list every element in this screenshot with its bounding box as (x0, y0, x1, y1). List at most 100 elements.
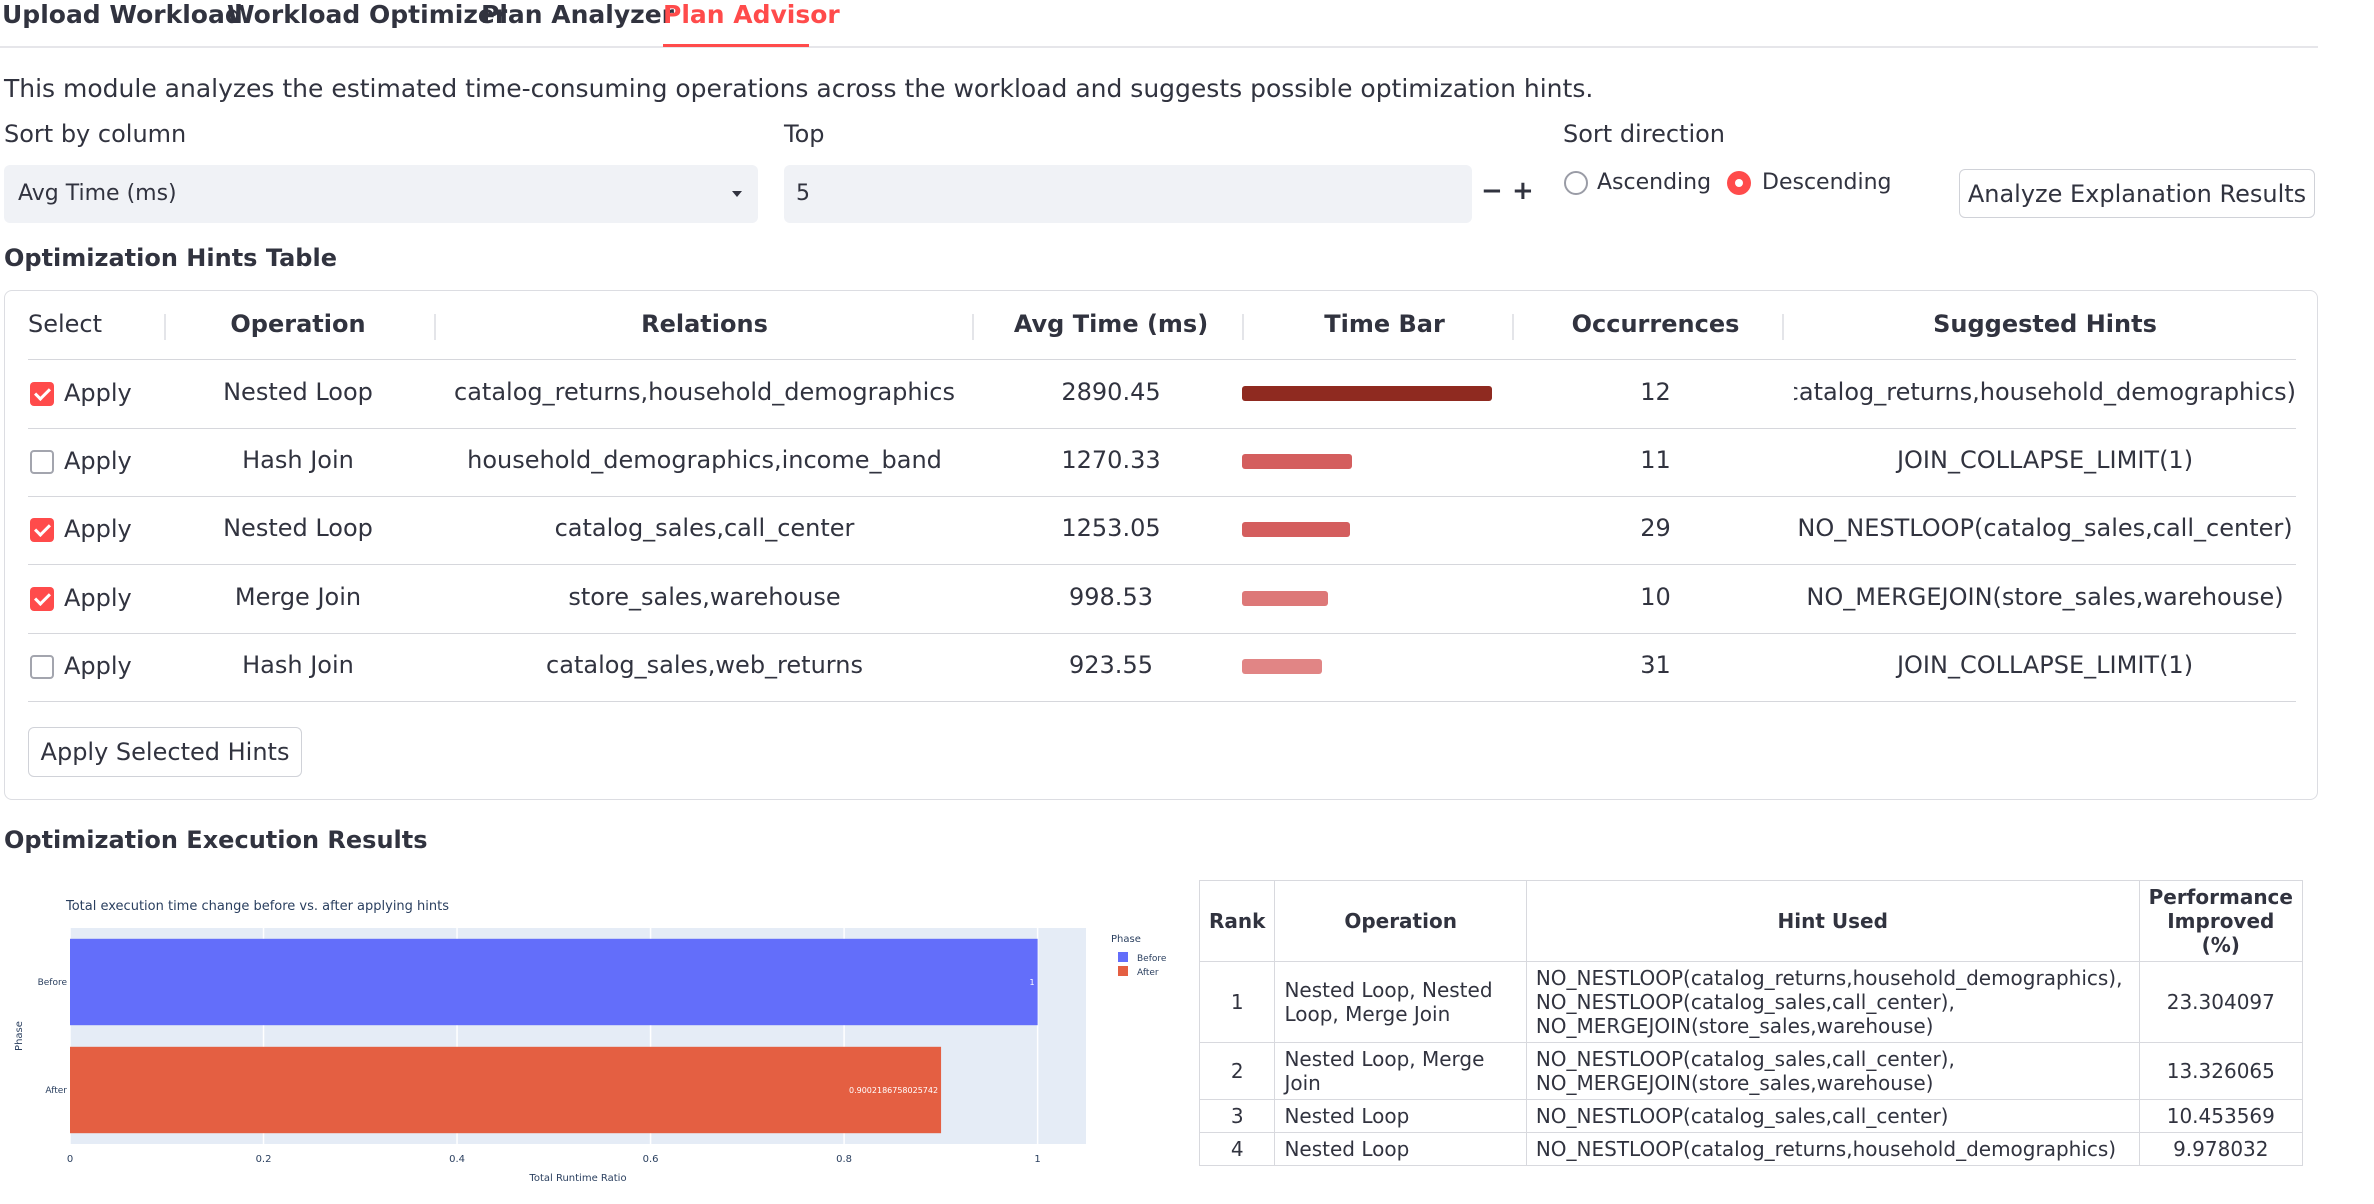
hint-line: NO_NESTLOOP(catalog_sales,call_center), (1535, 1047, 1955, 1071)
time-bar (1242, 454, 1352, 469)
apply-label: Apply (64, 584, 132, 612)
chevron-down-icon (732, 191, 742, 197)
results-header-operation: Operation (1274, 880, 1527, 962)
results-row: 3 Nested Loop NO_NESTLOOP(catalog_sales,ca… (1198, 1099, 2304, 1133)
column-divider (1512, 314, 1514, 340)
x-tick-label: 0.2 (256, 1154, 272, 1165)
operation-cell: Merge Join (234, 583, 362, 611)
top-value: 5 (796, 181, 810, 206)
relations-cell: catalog_returns,household_demographics (454, 378, 955, 406)
apply-checkbox[interactable] (30, 518, 54, 542)
y-tick-label: After (45, 1086, 67, 1096)
column-divider (972, 314, 974, 340)
radio-ascending[interactable] (1564, 171, 1588, 195)
operation-cell: Nested Loop, Nested Loop, Merge Join (1274, 961, 1527, 1043)
results-header-rank: Rank (1198, 880, 1276, 962)
avg-time-cell: 2890.45 (1061, 378, 1161, 406)
tab-upload-workload[interactable]: Upload Workload (2, 0, 243, 30)
hint-used-cell: NO_NESTLOOP(catalog_returns,household_de… (1525, 1132, 2140, 1166)
col-header-suggested-hints: Suggested Hints (1933, 310, 2157, 338)
operation-cell: Hash Join (242, 446, 354, 474)
col-header-operation: Operation (230, 310, 366, 338)
y-axis-title: Phase (14, 1021, 25, 1051)
tab-plan-advisor[interactable]: Plan Advisor (663, 0, 840, 30)
x-tick-label: 1 (1034, 1154, 1040, 1165)
time-bar (1242, 522, 1350, 537)
top-input[interactable]: 5 (784, 165, 1472, 223)
occurrences-cell: 10 (1640, 583, 1671, 611)
column-divider (164, 314, 166, 340)
hint-line: NO_NESTLOOP(catalog_sales,call_center) (1535, 1104, 1949, 1128)
apply-label: Apply (64, 447, 132, 475)
top-label: Top (784, 120, 825, 148)
bar-value-label: 1 (1030, 978, 1035, 987)
tab-bar: Upload Workload Workload Optimizer Plan … (0, 0, 2318, 48)
avg-time-cell: 923.55 (1069, 651, 1153, 679)
suggested-hint-cell: NO_NESTLOOP(catalog_sales,call_center) (1797, 514, 2293, 542)
col-header-time-bar: Time Bar (1324, 310, 1445, 338)
apply-checkbox[interactable] (30, 655, 54, 679)
rank-cell: 2 (1198, 1042, 1276, 1100)
hint-line: NO_NESTLOOP(catalog_returns,household_de… (1535, 966, 2123, 990)
row-divider (28, 428, 2296, 429)
results-title: Optimization Execution Results (4, 826, 428, 854)
tab-plan-analyzer[interactable]: Plan Analyzer (481, 0, 674, 30)
rank-cell: 4 (1198, 1132, 1276, 1166)
occurrences-cell: 11 (1640, 446, 1671, 474)
analyze-button[interactable]: Analyze Explanation Results (1959, 169, 2315, 218)
apply-checkbox[interactable] (30, 450, 54, 474)
occurrences-cell: 29 (1640, 514, 1671, 542)
apply-checkbox[interactable] (30, 382, 54, 406)
relations-cell: catalog_sales,web_returns (546, 651, 863, 679)
occurrences-cell: 12 (1640, 378, 1671, 406)
column-divider (1242, 314, 1244, 340)
tab-workload-optimizer[interactable]: Workload Optimizer (227, 0, 507, 30)
hint-line: NO_MERGEJOIN(store_sales,warehouse) (1535, 1071, 1934, 1095)
increment-button[interactable]: + (1512, 178, 1534, 204)
hints-table-title: Optimization Hints Table (4, 244, 337, 272)
performance-cell: 13.326065 (2138, 1042, 2304, 1100)
suggested-hint-cell: JOIN_COLLAPSE_LIMIT(1) (1896, 651, 2194, 679)
row-divider (28, 633, 2296, 634)
relations-cell: catalog_sales,call_center (554, 514, 855, 542)
legend-label: Before (1137, 954, 1167, 964)
time-bar (1242, 591, 1328, 606)
apply-checkbox[interactable] (30, 587, 54, 611)
relations-cell: household_demographics,income_band (467, 446, 942, 474)
column-divider (1782, 314, 1784, 340)
sort-by-select[interactable]: Avg Time (ms) (4, 165, 758, 223)
performance-cell: 9.978032 (2138, 1132, 2304, 1166)
time-bar (1242, 386, 1492, 401)
suggested-hint-cell: NO_MERGEJOIN(store_sales,warehouse) (1806, 583, 2284, 611)
relations-cell: store_sales,warehouse (568, 583, 841, 611)
results-row: 2 Nested Loop, Merge Join NO_NESTLOOP(cata… (1198, 1042, 2304, 1100)
apply-selected-hints-button[interactable]: Apply Selected Hints (28, 727, 302, 777)
bar-after (70, 1046, 942, 1134)
legend-swatch (1118, 966, 1128, 976)
occurrences-cell: 31 (1640, 651, 1671, 679)
hint-line: NO_MERGEJOIN(store_sales,warehouse) (1535, 1014, 1934, 1038)
module-description: This module analyzes the estimated time-… (4, 74, 1594, 103)
radio-descending[interactable] (1727, 171, 1751, 195)
descending-label: Descending (1762, 170, 1892, 195)
col-header-relations: Relations (641, 310, 768, 338)
results-header-performance: Performance Improved (%) (2138, 880, 2304, 962)
operation-cell: Nested Loop (1274, 1099, 1527, 1133)
suggested-hint-cell: JOIN_COLLAPSE_LIMIT(1) (1896, 446, 2194, 474)
bar-value-label: 0.9002186758025742 (849, 1086, 938, 1095)
sort-by-label: Sort by column (4, 120, 187, 148)
results-row: 4 Nested Loop NO_NESTLOOP(catalog_returns,… (1198, 1132, 2304, 1166)
avg-time-cell: 1253.05 (1061, 514, 1161, 542)
bar-before (70, 938, 1038, 1026)
sort-direction-label: Sort direction (1563, 120, 1725, 148)
results-table: Rank Operation Hint Used Performance Imp… (1198, 880, 2304, 1166)
column-divider (434, 314, 436, 340)
decrement-button[interactable]: − (1481, 178, 1503, 204)
x-tick-label: 0.4 (449, 1154, 465, 1165)
avg-time-cell: 1270.33 (1061, 446, 1161, 474)
apply-label: Apply (64, 652, 132, 680)
row-divider (28, 359, 2296, 360)
legend-swatch (1118, 952, 1128, 962)
operation-cell: Nested Loop (1274, 1132, 1527, 1166)
time-bar (1242, 659, 1322, 674)
